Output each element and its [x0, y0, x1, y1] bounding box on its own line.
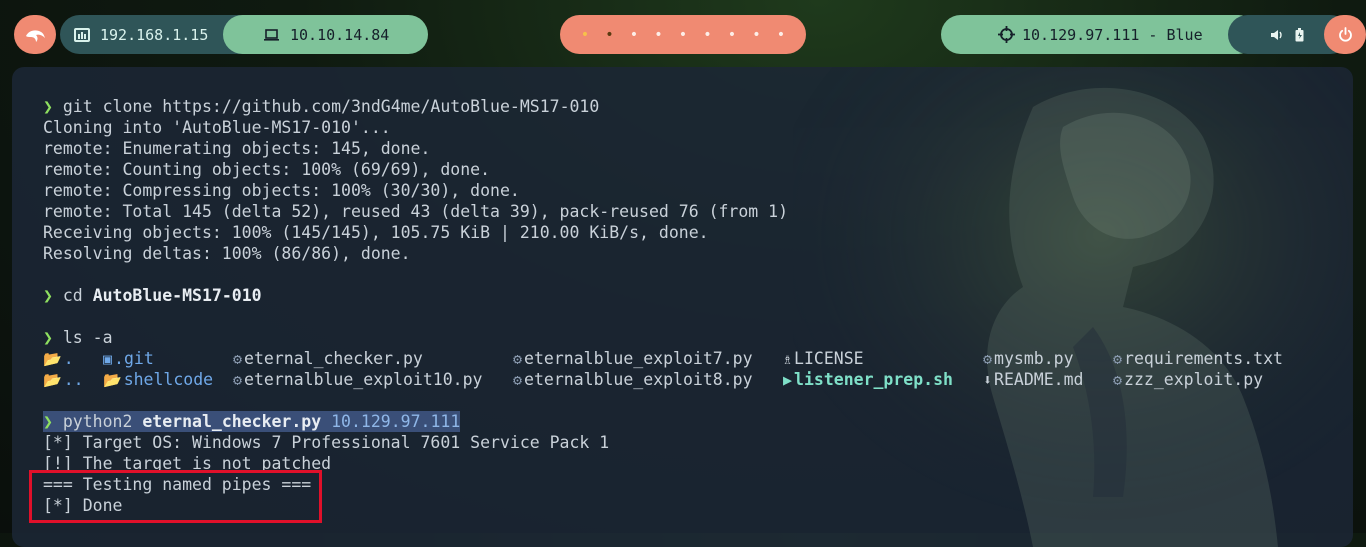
power-icon: [1338, 27, 1352, 42]
ls-row: 📂. ▣ .git ⚙ eternal_checker.py ⚙ eternalblu…: [43, 348, 1283, 370]
highlight-annotation-box: [29, 470, 322, 523]
prompt-symbol: ❯: [43, 97, 53, 116]
output-line: remote: Counting objects: 100% (69/69), …: [43, 160, 491, 179]
crosshair-icon: [998, 26, 1015, 43]
vpn-ip-text: 10.10.14.84: [290, 25, 390, 44]
kali-menu-button[interactable]: [14, 15, 56, 54]
ls-entry[interactable]: ♗ LICENSE: [783, 348, 864, 370]
ls-entry-name: .git: [114, 349, 154, 368]
ls-entry[interactable]: 📂..: [43, 369, 84, 391]
ls-entry[interactable]: ▶ listener_prep.sh: [783, 369, 953, 391]
workspace-4[interactable]: •: [646, 28, 671, 42]
ls-entry-name: eternalblue_exploit7.py: [524, 349, 753, 368]
python-file-icon: ⚙: [233, 350, 243, 368]
output-line: [*] Target OS: Windows 7 Professional 76…: [43, 433, 610, 452]
command-name: cd: [62, 286, 83, 305]
ls-entry[interactable]: ⚙ mysmb.py: [983, 348, 1074, 370]
output-line: remote: Enumerating objects: 145, done.: [43, 139, 431, 158]
power-button[interactable]: [1324, 15, 1366, 54]
ls-entry-name: zzz_exploit.py: [1124, 370, 1264, 389]
ls-entry-name: requirements.txt: [1124, 349, 1283, 368]
output-line: remote: Total 145 (delta 52), reused 43 …: [43, 202, 789, 221]
python-file-icon: ⚙: [1113, 350, 1123, 368]
workspace-3[interactable]: •: [622, 28, 647, 42]
download-arrow-icon: ⬇: [983, 371, 993, 389]
folder-open-icon: 📂: [103, 371, 122, 389]
git-folder-icon: ▣: [103, 350, 113, 368]
workspace-9[interactable]: •: [769, 28, 794, 42]
ls-entry[interactable]: ▣ .git: [103, 348, 154, 370]
ls-entry[interactable]: 📂 shellcode: [103, 369, 213, 391]
command-line: ❯ python2 eternal_checker.py 10.129.97.1…: [43, 411, 788, 432]
ls-entry-name: ..: [63, 370, 84, 389]
command-text: ls -a: [62, 328, 113, 347]
selected-command: ❯ python2 eternal_checker.py 10.129.97.1…: [43, 411, 461, 432]
prompt-symbol: ❯: [43, 412, 53, 431]
ls-entry-name: shellcode: [123, 370, 214, 389]
ls-entry-name: eternalblue_exploit8.py: [524, 370, 753, 389]
ls-entry-name: eternalblue_exploit10.py: [244, 370, 483, 389]
volume-icon[interactable]: [1270, 29, 1283, 41]
python-file-icon: ⚙: [983, 350, 993, 368]
python-file-icon: ⚙: [1113, 371, 1123, 389]
workspace-1[interactable]: •: [573, 28, 598, 42]
python-file-icon: ⚙: [513, 350, 523, 368]
output-line: Cloning into 'AutoBlue-MS17-010'...: [43, 118, 391, 137]
ls-entry[interactable]: ⚙ eternalblue_exploit8.py: [513, 369, 753, 391]
local-ip-text: 192.168.1.15: [100, 25, 209, 44]
laptop-icon: [264, 28, 279, 41]
workspace-8[interactable]: •: [744, 28, 769, 42]
ls-entry-name: listener_prep.sh: [794, 370, 953, 389]
output-line: Receiving objects: 100% (145/145), 105.7…: [43, 223, 709, 242]
license-file-icon: ♗: [783, 350, 793, 368]
ls-row: 📂.. 📂 shellcode ⚙ eternalblue_exploit10.py…: [43, 369, 1263, 391]
prompt-symbol: ❯: [43, 286, 53, 305]
wallpaper-figure-image: [793, 67, 1353, 547]
ls-entry-name: eternal_checker.py: [244, 349, 423, 368]
ls-entry[interactable]: ⬇ README.md: [983, 369, 1083, 391]
vpn-ip-widget[interactable]: 10.10.14.84: [223, 15, 428, 54]
workspace-5[interactable]: •: [671, 28, 696, 42]
folder-open-icon: 📂: [43, 371, 62, 389]
ls-entry[interactable]: ⚙ eternal_checker.py: [233, 348, 423, 370]
shell-script-icon: ▶: [783, 371, 793, 389]
command-line: ❯ ls -a: [43, 327, 788, 348]
ls-entry-name: .: [63, 349, 74, 368]
command-script: eternal_checker.py: [142, 412, 322, 431]
battery-icon[interactable]: [1295, 27, 1304, 42]
command-name: python2: [62, 412, 133, 431]
workspace-switcher[interactable]: • • • • • • • • •: [560, 15, 806, 54]
ls-entry-name: LICENSE: [794, 349, 864, 368]
terminal-window[interactable]: ❯ git clone https://github.com/3ndG4me/A…: [12, 67, 1353, 547]
workspace-6[interactable]: •: [695, 28, 720, 42]
ls-entry[interactable]: ⚙ zzz_exploit.py: [1113, 369, 1263, 391]
ls-entry[interactable]: ⚙ eternalblue_exploit10.py: [233, 369, 482, 391]
command-line: ❯ cd AutoBlue-MS17-010: [43, 285, 788, 306]
command-line: ❯ git clone https://github.com/3ndG4me/A…: [43, 96, 788, 117]
command-arg: AutoBlue-MS17-010: [92, 286, 262, 305]
kali-dragon-icon: [26, 29, 45, 42]
ls-entry-name: mysmb.py: [994, 349, 1074, 368]
target-widget[interactable]: 10.129.97.111 - Blue: [941, 15, 1258, 54]
ls-entry[interactable]: ⚙ requirements.txt: [1113, 348, 1283, 370]
folder-open-icon: 📂: [43, 350, 62, 368]
network-icon: [74, 27, 90, 42]
target-text: 10.129.97.111 - Blue: [1022, 25, 1203, 44]
command-arg: 10.129.97.111: [331, 412, 461, 431]
python-file-icon: ⚙: [513, 371, 523, 389]
ls-entry[interactable]: 📂.: [43, 348, 74, 370]
ls-entry-name: README.md: [994, 370, 1084, 389]
command-text: git clone https://github.com/3ndG4me/Aut…: [62, 97, 600, 116]
python-file-icon: ⚙: [233, 371, 243, 389]
prompt-symbol: ❯: [43, 328, 53, 347]
workspace-2[interactable]: •: [597, 28, 622, 42]
workspace-7[interactable]: •: [720, 28, 745, 42]
output-line: Resolving deltas: 100% (86/86), done.: [43, 244, 411, 263]
ls-entry[interactable]: ⚙ eternalblue_exploit7.py: [513, 348, 753, 370]
terminal-output: ❯ git clone https://github.com/3ndG4me/A…: [43, 96, 1283, 516]
output-line: remote: Compressing objects: 100% (30/30…: [43, 181, 520, 200]
